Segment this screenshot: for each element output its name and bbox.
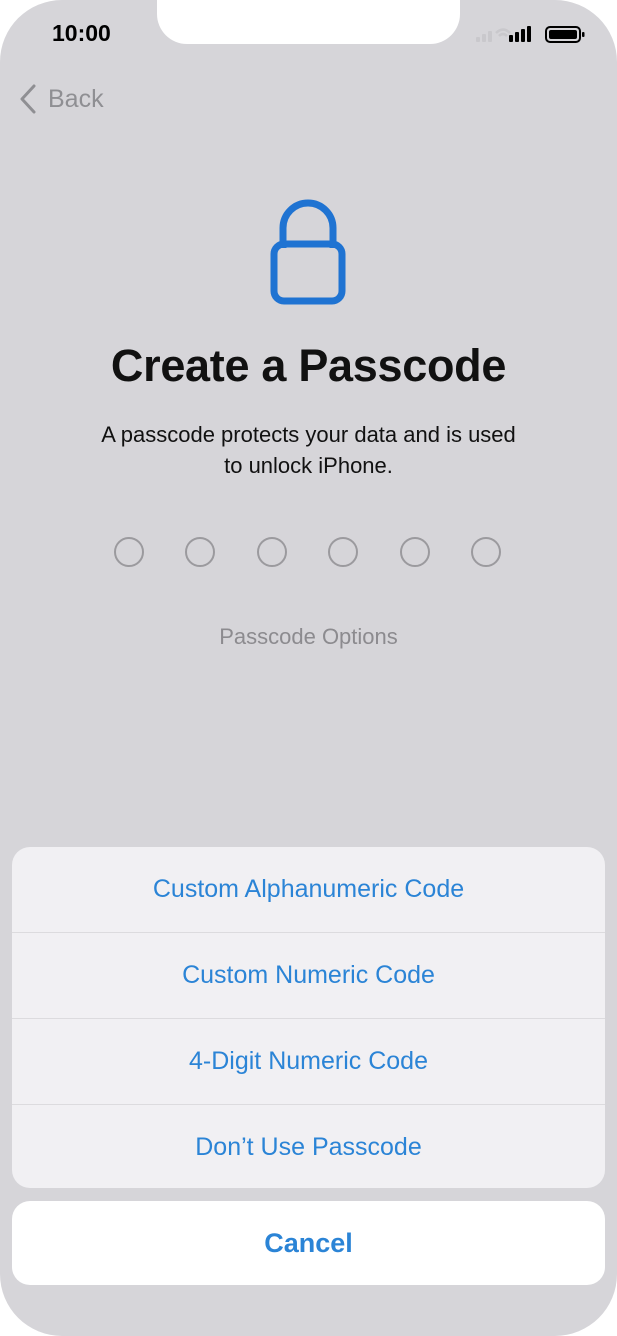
back-button[interactable]: Back — [18, 82, 104, 116]
custom-alphanumeric-code-option[interactable]: Custom Alphanumeric Code — [12, 847, 605, 933]
passcode-dot — [257, 537, 287, 567]
four-digit-numeric-code-option[interactable]: 4-Digit Numeric Code — [12, 1019, 605, 1105]
status-time: 10:00 — [52, 20, 111, 46]
back-label: Back — [48, 84, 104, 113]
subtitle-line: to unlock iPhone. — [224, 453, 393, 478]
page-subtitle: A passcode protects your data and is use… — [60, 419, 557, 481]
passcode-dot — [114, 537, 144, 567]
passcode-dot — [471, 537, 501, 567]
notch — [157, 0, 460, 44]
passcode-options-sheet: Custom Alphanumeric Code Custom Numeric … — [12, 847, 605, 1188]
subtitle-line: A passcode protects your data and is use… — [101, 422, 516, 447]
battery-icon — [545, 26, 585, 43]
chevron-left-icon — [20, 84, 36, 114]
passcode-options-link[interactable]: Passcode Options — [0, 624, 617, 650]
passcode-dot — [328, 537, 358, 567]
page-title: Create a Passcode — [110, 340, 507, 391]
lock-icon — [270, 199, 346, 305]
cancel-button[interactable]: Cancel — [12, 1201, 605, 1285]
custom-numeric-code-option[interactable]: Custom Numeric Code — [12, 933, 605, 1019]
passcode-dots — [114, 537, 503, 567]
passcode-dot — [185, 537, 215, 567]
phone-screen: 10:00 Back Create a Passcode A passcode … — [0, 0, 617, 1336]
passcode-dot — [400, 537, 430, 567]
dont-use-passcode-option[interactable]: Don’t Use Passcode — [12, 1105, 605, 1188]
status-icons — [476, 26, 585, 43]
wifi-icon — [495, 28, 511, 37]
